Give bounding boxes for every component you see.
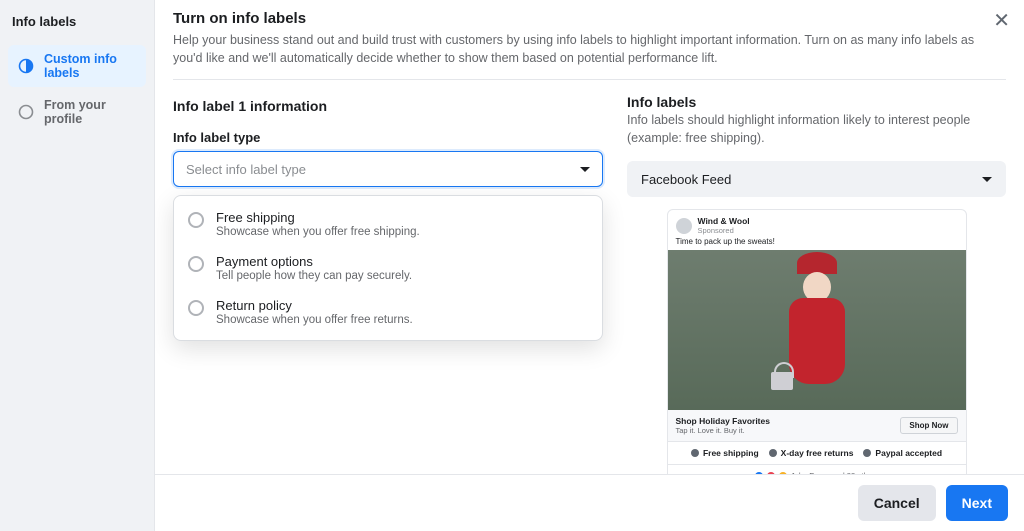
cancel-button[interactable]: Cancel — [858, 485, 936, 521]
close-icon[interactable]: ✕ — [993, 8, 1010, 33]
ad-preview: Wind & Wool Sponsored Time to pack up th… — [667, 209, 967, 474]
ad-image — [668, 250, 966, 410]
chevron-down-icon — [580, 167, 590, 172]
page-title: Turn on info labels — [173, 10, 1006, 27]
ad-brand: Wind & Wool — [698, 216, 750, 226]
feed-select[interactable]: Facebook Feed — [627, 161, 1006, 197]
field-label-info-label-type: Info label type — [173, 130, 603, 145]
circle-outline-icon — [18, 104, 34, 120]
option-desc: Showcase when you offer free returns. — [216, 314, 413, 326]
feed-select-value: Facebook Feed — [641, 172, 731, 187]
option-desc: Tell people how they can pay securely. — [216, 270, 412, 282]
sidebar-item-from-your-profile[interactable]: From your profile — [8, 91, 146, 133]
option-title: Free shipping — [216, 210, 420, 225]
option-title: Return policy — [216, 298, 413, 313]
truck-icon — [691, 449, 699, 457]
return-icon — [769, 449, 777, 457]
preview-desc: Info labels should highlight information… — [627, 112, 1006, 147]
radio-icon — [188, 212, 204, 228]
preview-title: Info labels — [627, 94, 1006, 110]
section-title: Info label 1 information — [173, 98, 603, 114]
sidebar-title: Info labels — [0, 10, 154, 45]
paypal-icon — [863, 449, 871, 457]
main-panel: Turn on info labels Help your business s… — [155, 0, 1024, 531]
form-column: Info label 1 information Info label type… — [173, 94, 603, 474]
info-label-pills: Free shipping X-day free returns Paypal … — [668, 441, 966, 465]
half-circle-icon — [18, 58, 34, 74]
chevron-down-icon — [982, 177, 992, 182]
shop-now-button[interactable]: Shop Now — [900, 417, 957, 434]
info-label-type-dropdown: Free shipping Showcase when you offer fr… — [173, 195, 603, 341]
option-free-shipping[interactable]: Free shipping Showcase when you offer fr… — [174, 202, 602, 246]
pill-paypal: Paypal accepted — [863, 448, 942, 458]
option-title: Payment options — [216, 254, 412, 269]
ad-sponsored: Sponsored — [698, 226, 750, 235]
select-placeholder: Select info label type — [186, 162, 306, 177]
pill-free-shipping: Free shipping — [691, 448, 759, 458]
ad-caption: Time to pack up the sweats! — [668, 237, 966, 250]
avatar — [676, 218, 692, 234]
radio-icon — [188, 256, 204, 272]
ad-headline: Shop Holiday Favorites — [676, 416, 770, 426]
ad-subline: Tap it. Love it. Buy it. — [676, 426, 770, 435]
option-payment-options[interactable]: Payment options Tell people how they can… — [174, 246, 602, 290]
header: Turn on info labels Help your business s… — [155, 0, 1024, 79]
sidebar: Info labels Custom info labels From your… — [0, 0, 155, 531]
sidebar-item-label: From your profile — [44, 98, 136, 126]
option-return-policy[interactable]: Return policy Showcase when you offer fr… — [174, 290, 602, 334]
footer: Cancel Next — [155, 474, 1024, 531]
sidebar-item-label: Custom info labels — [44, 52, 136, 80]
pill-free-returns: X-day free returns — [769, 448, 854, 458]
next-button[interactable]: Next — [946, 485, 1008, 521]
info-label-type-select[interactable]: Select info label type — [173, 151, 603, 187]
page-subtitle: Help your business stand out and build t… — [173, 31, 993, 67]
radio-icon — [188, 300, 204, 316]
sidebar-item-custom-info-labels[interactable]: Custom info labels — [8, 45, 146, 87]
option-desc: Showcase when you offer free shipping. — [216, 226, 420, 238]
preview-column: Info labels Info labels should highlight… — [627, 94, 1006, 474]
